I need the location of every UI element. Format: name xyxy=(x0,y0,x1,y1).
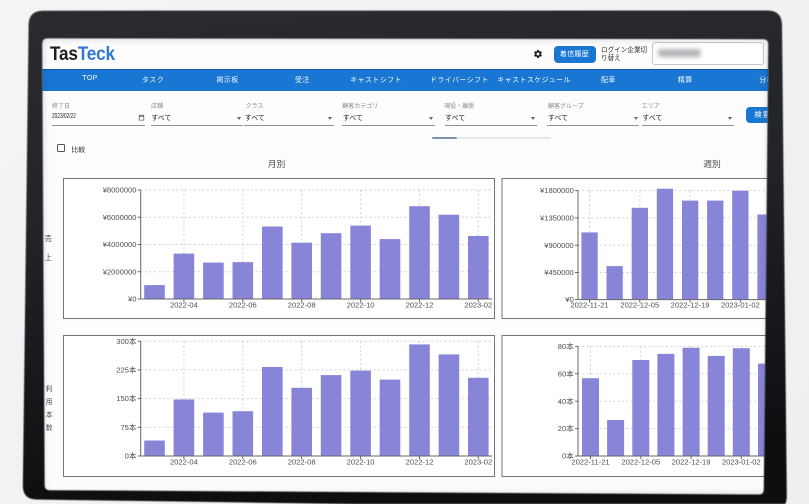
svg-text:300本: 300本 xyxy=(116,336,137,346)
svg-text:¥1800000: ¥1800000 xyxy=(540,186,574,195)
svg-text:2023-02: 2023-02 xyxy=(464,458,492,467)
svg-text:2022-04: 2022-04 xyxy=(170,458,198,467)
svg-text:¥0: ¥0 xyxy=(128,295,136,304)
svg-text:¥4000000: ¥4000000 xyxy=(103,240,137,249)
svg-text:2023-01-02: 2023-01-02 xyxy=(721,301,760,310)
svg-text:2022-12-19: 2022-12-19 xyxy=(671,301,710,310)
svg-text:60本: 60本 xyxy=(558,368,574,378)
svg-text:80本: 80本 xyxy=(558,341,574,351)
svg-text:2022-12-05: 2022-12-05 xyxy=(620,301,659,310)
svg-text:20本: 20本 xyxy=(558,423,574,433)
svg-text:¥1350000: ¥1350000 xyxy=(540,214,574,223)
svg-text:2022-08: 2022-08 xyxy=(288,301,316,310)
svg-text:2022-12: 2022-12 xyxy=(406,458,434,467)
svg-text:¥6000000: ¥6000000 xyxy=(103,213,137,222)
svg-text:0本: 0本 xyxy=(125,451,137,461)
svg-text:2022-10: 2022-10 xyxy=(347,301,375,310)
svg-text:¥2000000: ¥2000000 xyxy=(103,267,137,276)
svg-text:2022-08: 2022-08 xyxy=(288,458,316,467)
svg-text:2023-02: 2023-02 xyxy=(464,301,492,310)
svg-text:150本: 150本 xyxy=(116,393,137,403)
svg-text:¥450000: ¥450000 xyxy=(544,268,574,277)
svg-text:2022-11-21: 2022-11-21 xyxy=(570,301,608,310)
svg-text:2022-12-05: 2022-12-05 xyxy=(621,458,660,467)
svg-text:225本: 225本 xyxy=(116,365,137,375)
svg-text:40本: 40本 xyxy=(558,396,574,406)
svg-text:2022-06: 2022-06 xyxy=(229,301,257,310)
svg-text:2022-12-19: 2022-12-19 xyxy=(672,458,711,467)
svg-text:2022-11-21: 2022-11-21 xyxy=(571,458,609,467)
svg-text:2022-06: 2022-06 xyxy=(229,458,257,467)
svg-text:2022-04: 2022-04 xyxy=(170,301,198,310)
svg-text:2022-12: 2022-12 xyxy=(406,301,434,310)
svg-text:2022-10: 2022-10 xyxy=(347,458,375,467)
svg-text:2023-01-02: 2023-01-02 xyxy=(722,458,761,467)
svg-text:75本: 75本 xyxy=(120,422,136,432)
svg-text:¥8000000: ¥8000000 xyxy=(103,186,137,195)
svg-text:¥900000: ¥900000 xyxy=(544,241,574,250)
